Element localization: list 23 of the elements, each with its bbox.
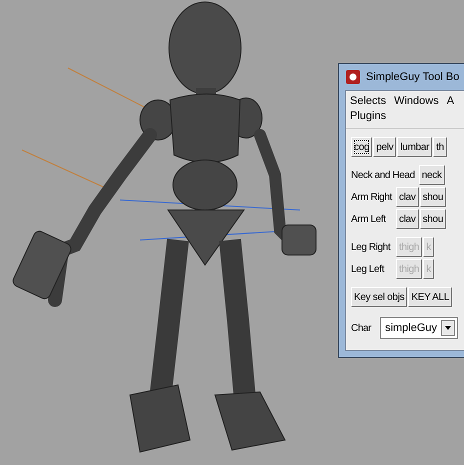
key-button[interactable]: KEY ALL bbox=[408, 287, 452, 307]
joint-button[interactable]: clav bbox=[396, 209, 419, 229]
menu-item[interactable]: Selects bbox=[350, 95, 386, 107]
window-title: SimpleGuy Tool Bo bbox=[366, 71, 460, 83]
key-button[interactable]: Key sel objs bbox=[351, 287, 408, 307]
character-dropdown[interactable]: simpleGuy bbox=[380, 317, 458, 339]
menu-item[interactable]: Windows bbox=[394, 95, 439, 107]
row-label: Arm Left bbox=[351, 214, 387, 224]
char-label: Char bbox=[351, 322, 372, 334]
app-icon bbox=[346, 70, 360, 84]
menu-item[interactable]: A bbox=[446, 95, 454, 107]
joint-button[interactable]: pelv bbox=[373, 137, 396, 157]
row-label: Neck and Head bbox=[351, 170, 415, 180]
joint-button[interactable]: clav bbox=[396, 187, 419, 207]
joint-button[interactable]: lumbar bbox=[397, 137, 432, 157]
joint-button[interactable]: neck bbox=[418, 165, 445, 185]
row-label: Leg Left bbox=[351, 264, 386, 274]
joint-button[interactable]: shou bbox=[420, 187, 446, 207]
row-label: Arm Right bbox=[351, 192, 394, 202]
row-label: Leg Right bbox=[351, 242, 392, 252]
joint-button[interactable]: shou bbox=[420, 209, 446, 229]
joint-button[interactable]: th bbox=[433, 137, 447, 157]
menu-item[interactable]: Plugins bbox=[350, 110, 386, 122]
